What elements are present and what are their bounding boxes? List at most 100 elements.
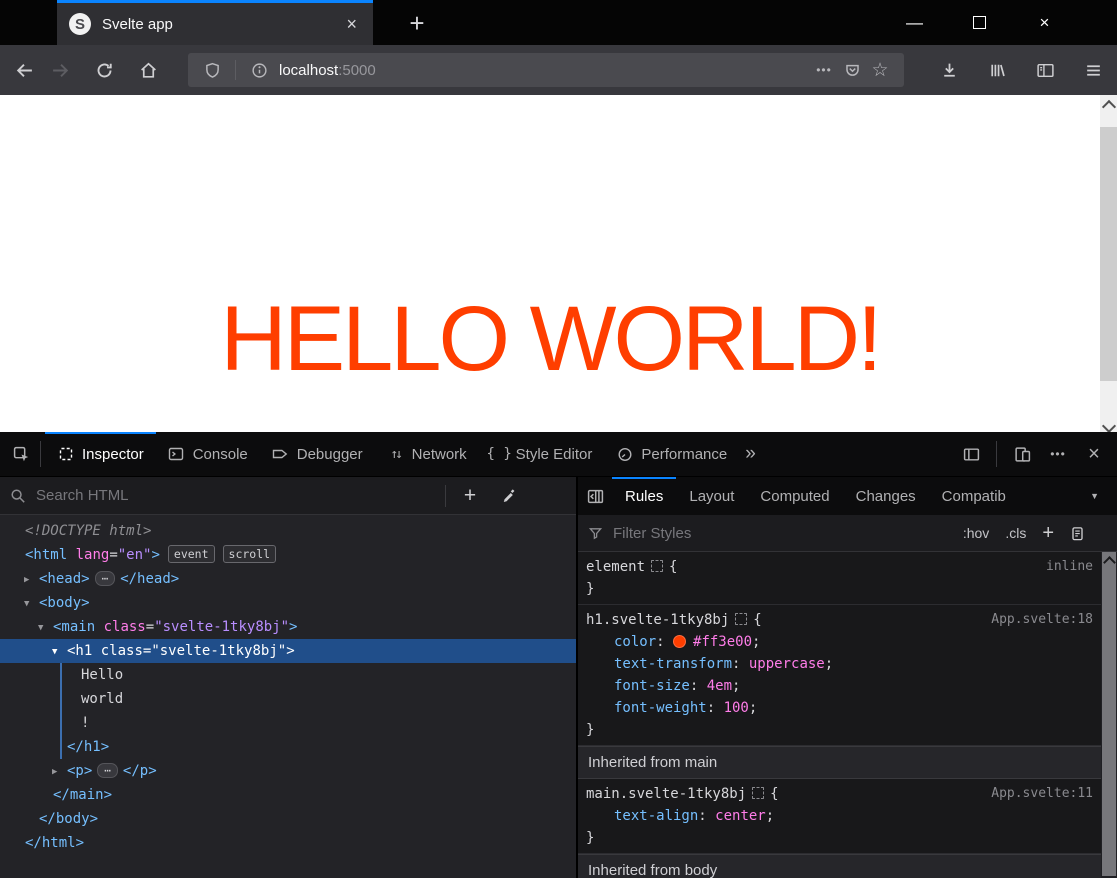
page-actions-icon[interactable]: ••• [810,56,838,84]
sidebar-tab-rules[interactable]: Rules [612,477,676,515]
devtools-tab-inspector[interactable]: Inspector [45,432,156,476]
css-declaration[interactable]: color: #ff3e00; [586,631,1093,653]
eyedropper-button[interactable] [494,481,524,511]
css-declaration[interactable]: font-weight: 100; [586,697,1093,719]
css-declaration[interactable]: text-transform: uppercase; [586,653,1093,675]
devtools-tab-style-editor[interactable]: { }Style Editor [479,432,605,476]
filter-styles-input[interactable] [611,524,963,543]
downloads-button[interactable] [931,53,967,87]
devtools-tab-performance[interactable]: Performance [604,432,739,476]
pocket-icon[interactable] [838,56,866,84]
markup-row[interactable]: </main> [0,783,576,807]
split-console-button[interactable] [956,439,986,469]
url-port[interactable]: :5000 [338,62,376,79]
add-rule-button[interactable]: + [1042,522,1054,545]
scrollbar-down-icon[interactable] [1100,415,1117,432]
scrollbar-up-icon[interactable] [1100,95,1117,112]
sidebar-tabs-dropdown-icon[interactable]: ▼ [1090,491,1099,501]
more-tabs-icon[interactable]: » [745,443,756,465]
markup-row[interactable]: Hello [0,663,576,687]
devtools-tab-network[interactable]: ↑↓Network [375,432,479,476]
rules-scrollbar[interactable] [1101,552,1117,878]
forward-button[interactable] [42,53,78,87]
highlight-element-icon[interactable] [735,613,747,625]
rule-origin-link[interactable]: App.svelte:18 [991,609,1093,631]
devtools-tab-console[interactable]: Console [156,432,260,476]
rules-scrollbar-thumb[interactable] [1102,552,1116,876]
rule-selector[interactable]: h1.svelte-1tky8bj [586,612,729,628]
rule-origin-link[interactable]: inline [1046,556,1093,578]
sidebar-tab-layout[interactable]: Layout [676,477,747,515]
devtools-menu-icon[interactable]: ••• [1043,439,1073,469]
css-declaration[interactable]: text-align: center; [586,805,1093,827]
markup-twisty-icon[interactable]: ▶ [24,568,39,592]
markup-row[interactable]: ▼<body> [0,591,576,615]
dom-badge[interactable]: scroll [223,545,277,563]
devtools-tabs: InspectorConsoleDebugger↑↓Network{ }Styl… [45,432,739,476]
markup-row[interactable]: </h1> [0,735,576,759]
css-declaration[interactable]: font-size: 4em; [586,675,1093,697]
css-property-value: #ff3e00 [693,634,752,650]
search-html-input[interactable] [34,486,338,505]
rule-selector[interactable]: element [586,559,645,575]
devtools-tab-debugger[interactable]: Debugger [260,432,375,476]
markup-row[interactable]: world [0,687,576,711]
rule-close-brace: } [586,719,1093,741]
home-button[interactable] [130,53,166,87]
markup-row[interactable]: </body> [0,807,576,831]
markup-twisty-icon[interactable]: ▼ [52,640,67,664]
navigation-toolbar: localhost :5000 ••• ☆ [0,45,1117,95]
window-close-button[interactable]: × [1012,0,1077,45]
node-picker-button[interactable] [6,439,36,469]
sidebar-tab-changes[interactable]: Changes [843,477,929,515]
new-tab-button[interactable]: + [400,6,434,40]
markup-twisty-icon[interactable]: ▼ [38,616,53,640]
print-styles-icon[interactable] [1070,526,1085,541]
site-info-icon[interactable] [245,56,273,84]
highlight-element-icon[interactable] [752,787,764,799]
sidebar-toggle-button[interactable] [578,477,612,515]
markup-row[interactable]: ▼<main class="svelte-1tky8bj"> [0,615,576,639]
bookmark-star-icon[interactable]: ☆ [866,56,894,84]
markup-row[interactable]: ! [0,711,576,735]
menu-button[interactable] [1075,53,1111,87]
markup-row[interactable]: <!DOCTYPE html> [0,519,576,543]
scrollbar-thumb[interactable] [1100,127,1117,381]
sidebars-button[interactable] [1027,53,1063,87]
sidebar-tab-computed[interactable]: Computed [747,477,842,515]
library-button[interactable] [979,53,1015,87]
markup-twisty-icon[interactable]: ▼ [24,592,39,616]
tab-close-icon[interactable]: × [342,14,361,35]
markup-punctuation [67,547,75,563]
devtools-toolbar-right: ••• × [956,439,1109,469]
window-minimize-button[interactable]: — [882,0,947,45]
url-host[interactable]: localhost [279,62,338,79]
markup-row[interactable]: ▶<p>⋯</p> [0,759,576,783]
devtools-close-icon[interactable]: × [1079,439,1109,469]
reload-button[interactable] [86,53,122,87]
css-property-value: 100 [724,700,749,716]
window-maximize-button[interactable] [947,0,1012,45]
markup-row[interactable]: ▼<h1 class="svelte-1tky8bj"> [0,639,576,663]
markup-row[interactable]: <html lang="en">eventscroll [0,543,576,567]
class-toggle[interactable]: .cls [1005,525,1026,541]
rule-selector[interactable]: main.svelte-1tky8bj [586,786,746,802]
color-swatch-icon[interactable] [673,635,686,648]
add-node-button[interactable]: + [455,481,485,511]
browser-tab[interactable]: S Svelte app × [57,0,373,45]
url-bar[interactable]: localhost :5000 ••• ☆ [188,53,904,87]
markup-twisty-icon[interactable]: ▶ [52,760,67,784]
tracking-protection-shield-icon[interactable] [198,56,226,84]
pseudo-class-toggle[interactable]: :hov [963,525,989,541]
rule-origin-link[interactable]: App.svelte:11 [991,783,1093,805]
back-button[interactable] [6,53,42,87]
expand-ellipsis-badge[interactable]: ⋯ [97,763,118,778]
expand-ellipsis-badge[interactable]: ⋯ [95,571,116,586]
sidebar-tab-compatib[interactable]: Compatib [929,477,1019,515]
page-scrollbar[interactable] [1100,95,1117,432]
markup-row[interactable]: </html> [0,831,576,855]
responsive-mode-button[interactable] [1007,439,1037,469]
dom-badge[interactable]: event [168,545,215,563]
markup-row[interactable]: ▶<head>⋯</head> [0,567,576,591]
highlight-element-icon[interactable] [651,560,663,572]
